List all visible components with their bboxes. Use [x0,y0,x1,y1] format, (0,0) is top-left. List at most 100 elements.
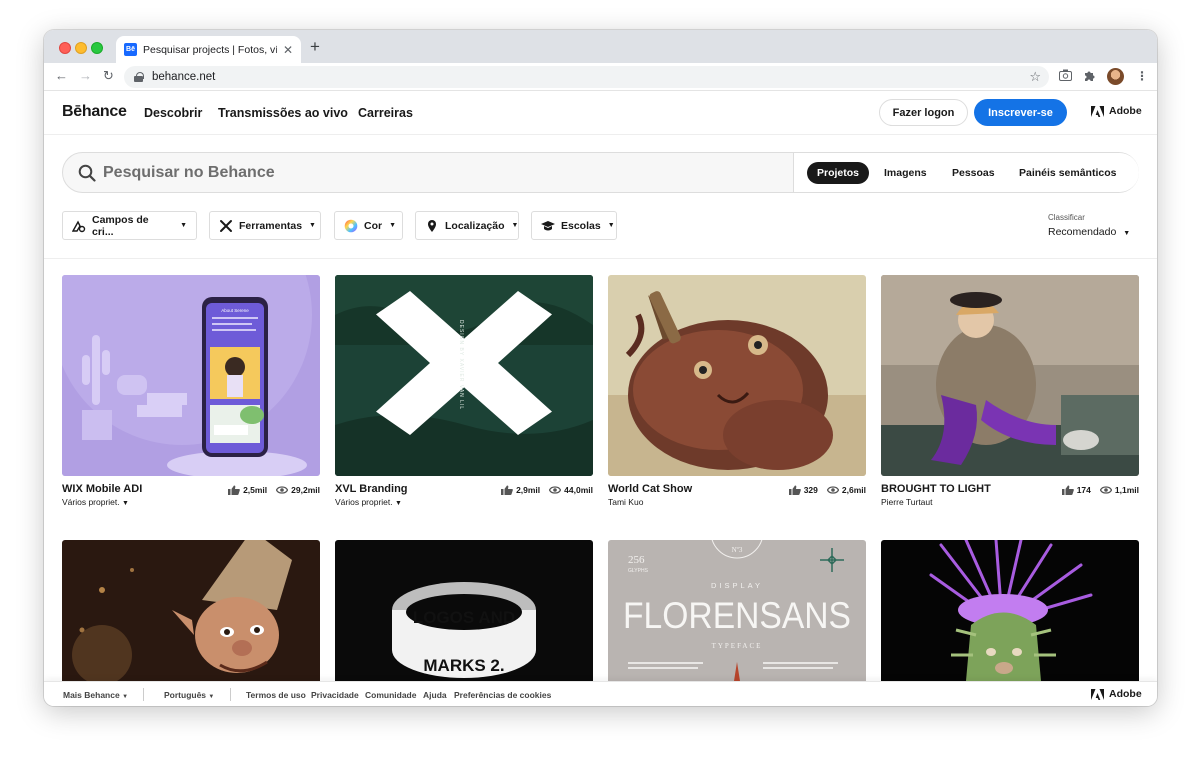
adobe-label: Adobe [1109,688,1142,700]
browser-window: Bē Pesquisar projects | Fotos, vídeos ✕ … [44,30,1157,706]
search-bar: Pesquisar no Behance Projetos Imagens Pe… [62,152,1139,193]
project-thumbnail[interactable] [608,275,866,476]
project-owner[interactable]: Tami Kuo [608,497,643,507]
project-thumbnail[interactable] [881,540,1139,681]
chevron-down-icon: ▼ [122,694,129,700]
project-thumbnail[interactable] [881,275,1139,476]
adobe-label: Adobe [1109,105,1142,117]
filter-ferramentas[interactable]: Ferramentas ▼ [209,211,321,240]
chevron-down-icon: ▼ [180,222,187,229]
eye-icon [276,486,289,494]
likes-count: 174 [1076,485,1091,495]
filter-cor[interactable]: Cor ▼ [334,211,403,240]
views-count: 29,2mil [291,485,320,495]
nav-descobrir[interactable]: Descobrir [144,106,202,120]
project-card[interactable] [881,540,1139,681]
brought-to-light-image [881,275,1139,476]
views-count: 2,6mil [841,485,866,495]
search-input[interactable]: Pesquisar no Behance [103,164,275,182]
back-arrow-icon[interactable]: ← [55,69,68,83]
more-behance-dropdown[interactable]: Mais Behance ▼ [63,690,128,700]
graduation-cap-icon [541,220,555,230]
footer-link-help[interactable]: Ajuda [423,690,447,700]
divider [44,258,1157,259]
filter-escolas[interactable]: Escolas ▼ [531,211,617,240]
sort-value: Recomendado [1048,226,1117,238]
zoom-window-button[interactable] [91,42,103,54]
font-number: Nº3 [732,546,743,554]
nav-carreiras[interactable]: Carreiras [358,106,413,120]
site-header: Bēhance Descobrir Transmissões ao vivo C… [44,91,1157,135]
lock-icon [134,72,144,82]
footer-link-terms[interactable]: Termos de uso [246,690,306,700]
profile-avatar[interactable] [1107,68,1124,85]
font-count-label: GLYPHS [628,568,649,574]
minimize-window-button[interactable] [75,42,87,54]
project-title[interactable]: World Cat Show [608,483,692,495]
project-thumbnail[interactable]: Nº3 256 GLYPHS DISPLAY FLORENSANS TYPEFA… [608,540,866,681]
project-card[interactable]: BROUGHT TO LIGHT Pierre Turtaut 174 1,1m… [881,275,1139,507]
owner-name: Vários propriet. [62,497,120,507]
project-card[interactable]: About Serene WIX Mobile ADI Vários propr… [62,275,320,507]
close-window-button[interactable] [59,42,71,54]
project-card[interactable] [62,540,320,681]
eye-icon [1099,486,1112,494]
behance-logo[interactable]: Bēhance [62,103,127,121]
phone-heading: About Serene [221,308,249,313]
filter-localizacao[interactable]: Localização ▼ [415,211,519,240]
new-tab-button[interactable]: + [310,38,320,55]
project-title[interactable]: BROUGHT TO LIGHT [881,483,991,495]
project-card[interactable]: Nº3 256 GLYPHS DISPLAY FLORENSANS TYPEFA… [608,540,866,681]
nav-transmissoes[interactable]: Transmissões ao vivo [218,106,348,120]
footer-link-privacy[interactable]: Privacidade [311,690,359,700]
address-bar[interactable]: behance.net ☆ [124,66,1049,88]
footer-link-cookies[interactable]: Preferências de cookies [454,690,551,700]
filter-label: Localização [445,219,505,232]
sort-dropdown[interactable]: Recomendado ▼ [1048,226,1130,238]
project-title[interactable]: XVL Branding [335,483,408,495]
tools-icon [220,219,232,232]
footer-adobe-link[interactable]: Adobe [1091,688,1142,700]
tab-close-icon[interactable]: ✕ [283,43,293,57]
more-behance-label: Mais Behance [63,690,120,700]
sort-label: Classificar [1048,213,1085,222]
project-thumbnail[interactable]: About Serene [62,275,320,476]
filter-campos-criativos[interactable]: Campos de cri... ▼ [62,211,197,240]
extensions-puzzle-icon[interactable] [1083,69,1096,82]
project-thumbnail[interactable]: LOGOS AND MARKS 2. [335,540,593,681]
bookmark-star-icon[interactable]: ☆ [1029,69,1041,85]
wix-mobile-image: About Serene [62,275,320,476]
thumbs-up-icon [501,485,513,495]
location-pin-icon [428,219,436,232]
project-card[interactable]: LOGOS AND MARKS 2. [335,540,593,681]
tab-paineis-semanticos[interactable]: Painéis semânticos [1009,162,1126,184]
adobe-link[interactable]: Adobe [1091,105,1142,117]
chevron-down-icon: ▼ [122,500,129,507]
reload-icon[interactable]: ↻ [103,69,114,83]
tab-title: Pesquisar projects | Fotos, vídeos [143,43,277,56]
likes-count: 2,9mil [516,485,541,495]
tab-imagens[interactable]: Imagens [874,162,937,184]
browser-tab[interactable]: Bē Pesquisar projects | Fotos, vídeos ✕ [116,36,301,63]
login-button[interactable]: Fazer logon [879,99,968,126]
signup-button[interactable]: Inscrever-se [974,99,1067,126]
project-thumbnail[interactable]: DESIGN BY XAVIER VAN LIL [335,275,593,476]
forward-arrow-icon[interactable]: → [79,69,92,83]
project-owner[interactable]: Pierre Turtaut [881,497,933,507]
tab-strip: Bē Pesquisar projects | Fotos, vídeos ✕ … [44,30,1157,63]
camera-icon[interactable] [1059,69,1072,81]
divider [230,688,231,701]
project-card[interactable]: World Cat Show Tami Kuo 329 2,6mil [608,275,866,507]
owner-name: Vários propriet. [335,497,393,507]
project-title[interactable]: WIX Mobile ADI [62,483,142,495]
project-owner[interactable]: Vários propriet. ▼ [335,497,402,507]
tab-pessoas[interactable]: Pessoas [942,162,1005,184]
project-owner[interactable]: Vários propriet. ▼ [62,497,129,507]
project-card[interactable]: DESIGN BY XAVIER VAN LIL XVL Branding Vá… [335,275,593,507]
tab-projetos[interactable]: Projetos [807,162,870,184]
design-text: DESIGN BY XAVIER VAN LIL [458,320,464,410]
more-menu-icon[interactable]: ⋮ [1136,69,1148,83]
footer-link-community[interactable]: Comunidade [365,690,416,700]
language-dropdown[interactable]: Português ▼ [164,690,214,700]
project-thumbnail[interactable] [62,540,320,681]
